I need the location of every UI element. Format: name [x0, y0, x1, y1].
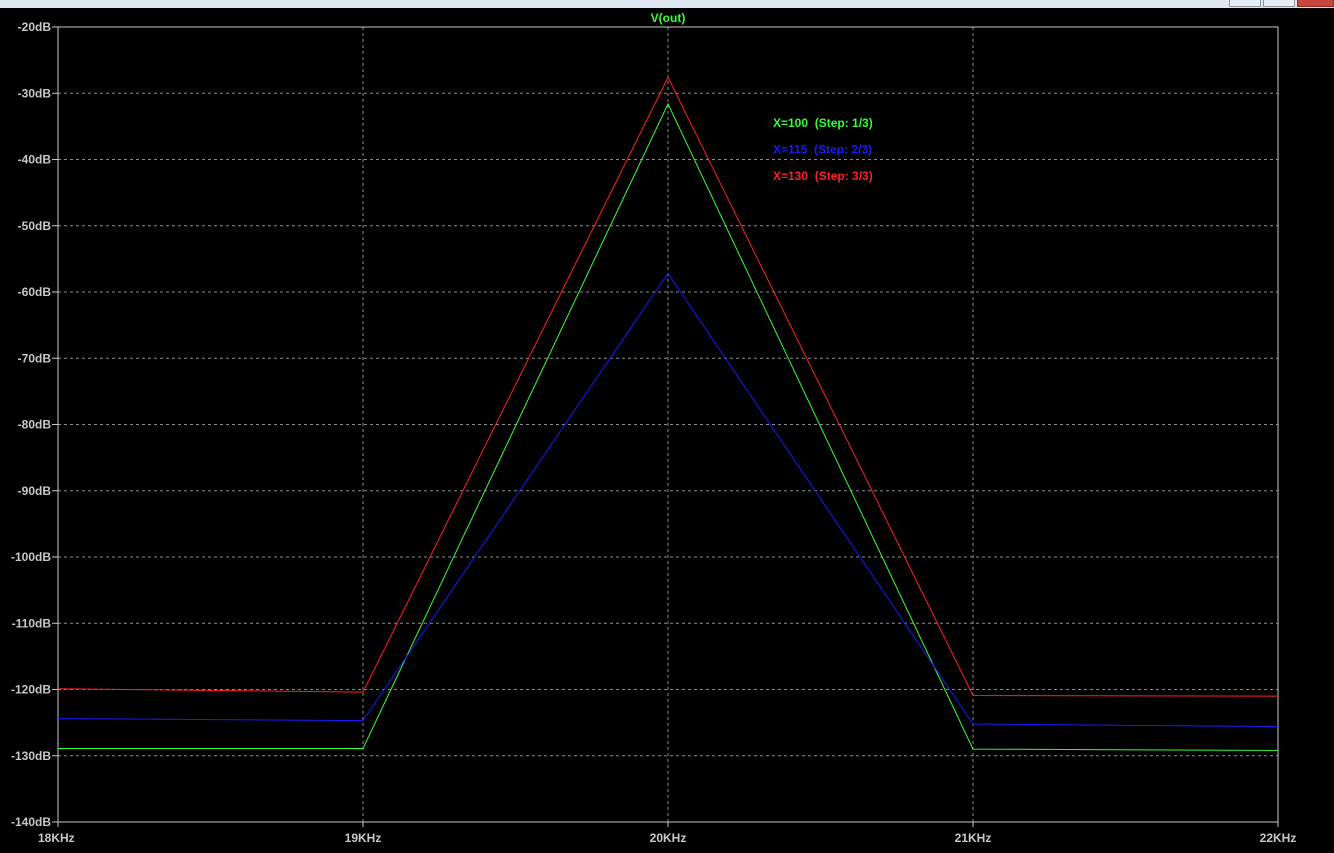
x-tick-label: 20KHz	[650, 831, 687, 845]
y-tick-label: -20dB	[18, 20, 52, 34]
plot-pane[interactable]: -20dB -30dB -40dB -50dB -60dB -70dB -80dB -90dB…	[0, 8, 1334, 853]
y-tick-label: -130dB	[11, 749, 51, 763]
x-tick-label: 18KHz	[38, 831, 75, 845]
legend-entry-step-3: X=130 (Step: 3/3)	[773, 169, 873, 183]
y-tick-label: -80dB	[18, 418, 52, 432]
waveform-chart[interactable]: -20dB -30dB -40dB -50dB -60dB -70dB -80dB -90dB…	[0, 8, 1334, 853]
y-tick-label: -30dB	[18, 86, 52, 100]
y-tick-label: -100dB	[11, 550, 51, 564]
y-tick-label: -50dB	[18, 219, 52, 233]
step-legend: X=100 (Step: 1/3) X=115 (Step: 2/3) X=130 …	[773, 116, 873, 183]
y-tick-label: -110dB	[12, 616, 52, 630]
y-tick-label: -60dB	[18, 285, 52, 299]
x-tick-label: 21KHz	[955, 831, 992, 845]
grid-lines	[58, 27, 1278, 822]
x-tick-label: 19KHz	[345, 831, 382, 845]
y-axis-ticks: -20dB -30dB -40dB -50dB -60dB -70dB -80dB -90dB…	[11, 20, 58, 829]
y-tick-label: -70dB	[18, 351, 52, 365]
maximize-button[interactable]	[1263, 0, 1295, 7]
y-tick-label: -40dB	[18, 153, 52, 167]
x-axis-ticks: 18KHz 19KHz 20KHz 21KHz 22KHz	[38, 822, 1296, 845]
close-button[interactable]	[1297, 0, 1334, 7]
y-tick-label: -90dB	[18, 484, 52, 498]
trace-title[interactable]: V(out)	[651, 11, 686, 25]
legend-entry-step-2: X=115 (Step: 2/3)	[773, 143, 872, 157]
y-tick-label: -120dB	[11, 683, 51, 697]
minimize-button[interactable]	[1229, 0, 1261, 7]
x-tick-label: 22KHz	[1260, 831, 1297, 845]
legend-entry-step-1: X=100 (Step: 1/3)	[773, 116, 873, 130]
y-tick-label: -140dB	[11, 815, 51, 829]
